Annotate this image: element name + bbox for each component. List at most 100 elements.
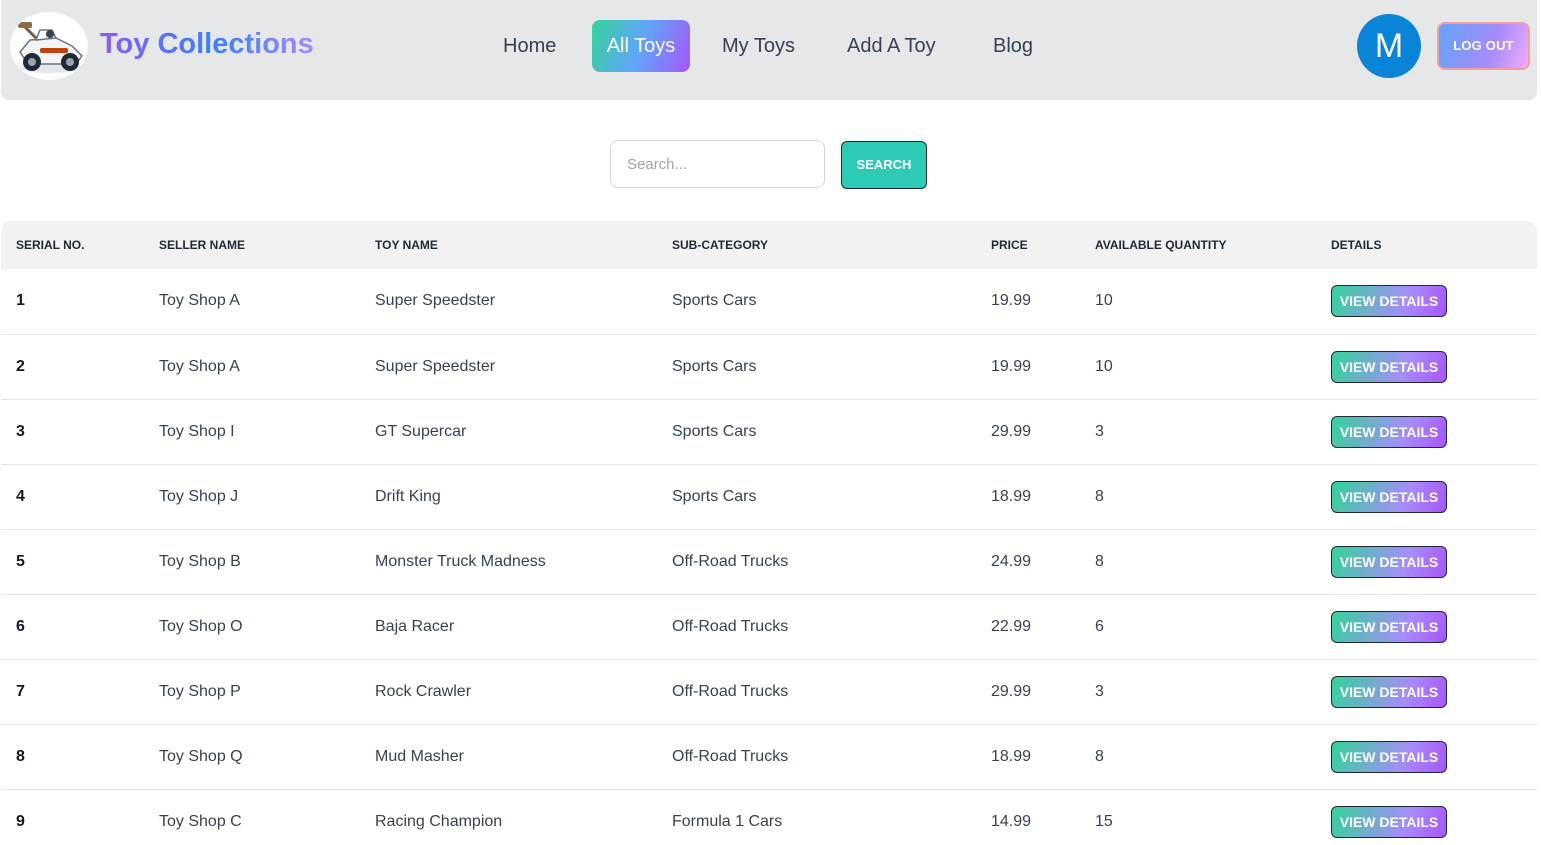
column-header-price: PRICE	[991, 238, 1028, 252]
view-details-button[interactable]: VIEW DETAILS	[1331, 610, 1447, 643]
cell-price: 22.99	[991, 617, 1032, 635]
cell-seller: Toy Shop A	[159, 292, 240, 310]
view-details-button[interactable]: VIEW DETAILS	[1331, 545, 1447, 578]
cell-quantity: 8	[1095, 552, 1104, 570]
table-row: 8 Toy Shop Q Mud Masher Off-Road Trucks …	[1, 724, 1537, 789]
cell-serial: 7	[16, 682, 25, 700]
cell-seller: Toy Shop P	[159, 682, 241, 700]
column-header-details: DETAILS	[1331, 238, 1382, 252]
cell-seller: Toy Shop J	[159, 487, 239, 505]
column-header-quantity: AVAILABLE QUANTITY	[1095, 238, 1227, 252]
column-header-toy-name: TOY NAME	[375, 238, 438, 252]
nav-all-toys[interactable]: All Toys	[592, 20, 690, 72]
column-header-seller: SELLER NAME	[159, 238, 246, 252]
table-row: 6 Toy Shop O Baja Racer Off-Road Trucks …	[1, 594, 1537, 659]
cell-details: VIEW DETAILS	[1316, 334, 1537, 399]
view-details-button[interactable]: VIEW DETAILS	[1331, 285, 1447, 318]
cell-sub-category: Off-Road Trucks	[672, 617, 789, 635]
cell-price: 19.99	[991, 292, 1032, 310]
cell-seller: Toy Shop I	[159, 422, 235, 440]
view-details-button[interactable]: VIEW DETAILS	[1331, 350, 1447, 383]
cell-sub-category: Sports Cars	[672, 487, 757, 505]
cell-toy-name: Rock Crawler	[375, 682, 472, 700]
cell-toy-name: Racing Champion	[375, 812, 503, 830]
cell-quantity: 3	[1095, 422, 1104, 440]
cell-quantity: 10	[1095, 292, 1113, 310]
nav-blog[interactable]: Blog	[977, 20, 1049, 72]
cell-toy-name: GT Supercar	[375, 422, 467, 440]
view-details-button[interactable]: VIEW DETAILS	[1331, 675, 1447, 708]
cell-price: 18.99	[991, 487, 1032, 505]
cell-quantity: 15	[1095, 812, 1113, 830]
cell-quantity: 3	[1095, 682, 1104, 700]
race-car-icon[interactable]	[10, 12, 88, 80]
cell-details: VIEW DETAILS	[1316, 724, 1537, 789]
cell-seller: Toy Shop O	[159, 617, 243, 635]
cell-details: VIEW DETAILS	[1316, 659, 1537, 724]
cell-price: 24.99	[991, 552, 1032, 570]
avatar[interactable]: M	[1357, 14, 1421, 78]
table-row: 9 Toy Shop C Racing Champion Formula 1 C…	[1, 789, 1537, 845]
cell-seller: Toy Shop B	[159, 552, 241, 570]
table-row: 2 Toy Shop A Super Speedster Sports Cars…	[1, 334, 1537, 399]
cell-serial: 6	[16, 617, 25, 635]
cell-sub-category: Sports Cars	[672, 357, 757, 375]
cell-sub-category: Off-Road Trucks	[672, 682, 789, 700]
cell-seller: Toy Shop Q	[159, 747, 243, 765]
nav-add-a-toy[interactable]: Add A Toy	[831, 20, 952, 72]
table-row: 1 Toy Shop A Super Speedster Sports Cars…	[1, 269, 1537, 334]
cell-sub-category: Formula 1 Cars	[672, 812, 783, 830]
cell-serial: 3	[16, 422, 25, 440]
nav-home[interactable]: Home	[487, 20, 572, 72]
view-details-button[interactable]: VIEW DETAILS	[1331, 415, 1447, 448]
view-details-button[interactable]: VIEW DETAILS	[1331, 480, 1447, 513]
cell-quantity: 10	[1095, 357, 1113, 375]
table-header-row: SERIAL NO. SELLER NAME TOY NAME SUB-CATE…	[1, 221, 1537, 269]
navbar: Toy Collections Home All Toys My Toys Ad…	[1, 0, 1537, 100]
search-button[interactable]: SEARCH	[841, 141, 927, 189]
cell-details: VIEW DETAILS	[1316, 464, 1537, 529]
cell-quantity: 6	[1095, 617, 1104, 635]
table-row: 5 Toy Shop B Monster Truck Madness Off-R…	[1, 529, 1537, 594]
logout-button[interactable]: LOG OUT	[1437, 22, 1530, 70]
cell-sub-category: Off-Road Trucks	[672, 747, 789, 765]
view-details-button[interactable]: VIEW DETAILS	[1331, 740, 1447, 773]
search-input[interactable]	[610, 140, 825, 188]
cell-toy-name: Baja Racer	[375, 617, 455, 635]
cell-serial: 1	[16, 292, 25, 310]
cell-serial: 2	[16, 357, 25, 375]
cell-price: 14.99	[991, 812, 1032, 830]
cell-details: VIEW DETAILS	[1316, 594, 1537, 659]
cell-quantity: 8	[1095, 487, 1104, 505]
column-header-sub-category: SUB-CATEGORY	[672, 238, 768, 252]
table-body: 1 Toy Shop A Super Speedster Sports Cars…	[1, 269, 1537, 845]
table-row: 3 Toy Shop I GT Supercar Sports Cars 29.…	[1, 399, 1537, 464]
cell-sub-category: Sports Cars	[672, 422, 757, 440]
cell-toy-name: Monster Truck Madness	[375, 552, 546, 570]
cell-sub-category: Off-Road Trucks	[672, 552, 789, 570]
cell-serial: 8	[16, 747, 25, 765]
cell-toy-name: Super Speedster	[375, 292, 496, 310]
cell-seller: Toy Shop C	[159, 812, 242, 830]
table-row: 4 Toy Shop J Drift King Sports Cars 18.9…	[1, 464, 1537, 529]
cell-serial: 4	[16, 487, 25, 505]
toys-table: SERIAL NO. SELLER NAME TOY NAME SUB-CATE…	[1, 221, 1537, 845]
table-row: 7 Toy Shop P Rock Crawler Off-Road Truck…	[1, 659, 1537, 724]
cell-sub-category: Sports Cars	[672, 292, 757, 310]
cell-serial: 5	[16, 552, 25, 570]
view-details-button[interactable]: VIEW DETAILS	[1331, 805, 1447, 838]
cell-price: 18.99	[991, 747, 1032, 765]
cell-details: VIEW DETAILS	[1316, 399, 1537, 464]
cell-serial: 9	[16, 812, 25, 830]
nav-my-toys[interactable]: My Toys	[706, 20, 811, 72]
brand-title[interactable]: Toy Collections	[100, 28, 314, 61]
cell-details: VIEW DETAILS	[1316, 529, 1537, 594]
cell-price: 19.99	[991, 357, 1032, 375]
cell-details: VIEW DETAILS	[1316, 269, 1537, 334]
cell-toy-name: Mud Masher	[375, 747, 464, 765]
cell-seller: Toy Shop A	[159, 357, 240, 375]
cell-price: 29.99	[991, 682, 1032, 700]
cell-toy-name: Super Speedster	[375, 357, 496, 375]
cell-details: VIEW DETAILS	[1316, 789, 1537, 845]
column-header-serial: SERIAL NO.	[16, 238, 85, 252]
